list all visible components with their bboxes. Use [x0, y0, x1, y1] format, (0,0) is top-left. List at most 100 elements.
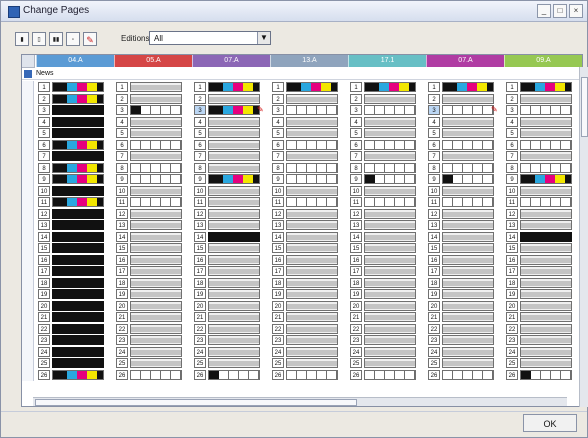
- horizontal-scrollbar[interactable]: [33, 397, 567, 406]
- row-header[interactable]: [22, 92, 34, 105]
- page-thumbnail[interactable]: [130, 358, 182, 368]
- page-thumbnail[interactable]: [286, 231, 338, 242]
- page-cell[interactable]: 25: [192, 357, 270, 369]
- page-thumbnail[interactable]: [364, 128, 416, 138]
- page-thumbnail[interactable]: [364, 231, 416, 242]
- page-cell[interactable]: 5: [36, 127, 114, 139]
- page-cell[interactable]: 13: [504, 219, 582, 231]
- page-cell[interactable]: 1: [36, 81, 114, 93]
- page-cell[interactable]: 9: [504, 173, 582, 185]
- page-thumbnail[interactable]: [52, 289, 104, 299]
- page-cell[interactable]: 23: [426, 334, 504, 346]
- page-cell[interactable]: 8: [36, 162, 114, 174]
- horizontal-scroll-thumb[interactable]: [35, 399, 357, 406]
- page-thumbnail[interactable]: [364, 93, 416, 104]
- page-cell[interactable]: 18: [426, 277, 504, 289]
- column-header[interactable]: 17.1: [348, 55, 426, 67]
- page-thumbnail[interactable]: [520, 220, 572, 230]
- page-thumbnail[interactable]: [442, 82, 494, 92]
- page-cell[interactable]: 11: [426, 196, 504, 208]
- page-thumbnail[interactable]: [364, 185, 416, 196]
- page-thumbnail[interactable]: [520, 82, 572, 92]
- page-thumbnail[interactable]: [286, 116, 338, 127]
- page-thumbnail[interactable]: [442, 162, 494, 173]
- page-cell[interactable]: 22: [504, 323, 582, 335]
- page-cell[interactable]: 12: [36, 208, 114, 220]
- row-header[interactable]: [22, 265, 34, 277]
- page-thumbnail[interactable]: [442, 93, 494, 104]
- page-thumbnail[interactable]: [286, 208, 338, 219]
- page-thumbnail[interactable]: [52, 369, 104, 380]
- page-thumbnail[interactable]: [286, 174, 338, 184]
- page-thumbnail[interactable]: [286, 266, 338, 276]
- page-cell[interactable]: 19: [426, 288, 504, 300]
- page-cell[interactable]: 21: [114, 311, 192, 323]
- page-cell[interactable]: 22: [192, 323, 270, 335]
- page-thumbnail[interactable]: [286, 128, 338, 138]
- page-thumbnail[interactable]: [208, 116, 260, 127]
- column-header[interactable]: 07.A: [192, 55, 270, 67]
- page-thumbnail[interactable]: [520, 369, 572, 380]
- page-thumbnail[interactable]: [286, 151, 338, 161]
- page-cell[interactable]: 2: [192, 93, 270, 105]
- page-thumbnail[interactable]: [286, 220, 338, 230]
- vertical-scroll-thumb[interactable]: [581, 77, 588, 137]
- page-cell[interactable]: 23: [36, 334, 114, 346]
- page-thumbnail[interactable]: [52, 185, 104, 196]
- row-header[interactable]: [22, 345, 34, 358]
- page-thumbnail[interactable]: [364, 254, 416, 265]
- page-cell[interactable]: 2: [114, 93, 192, 105]
- page-thumbnail[interactable]: [130, 369, 182, 380]
- page-cell[interactable]: 16: [504, 254, 582, 266]
- page-thumbnail[interactable]: [208, 231, 260, 242]
- page-cell[interactable]: 10: [270, 185, 348, 197]
- page-cell[interactable]: 2: [36, 93, 114, 105]
- section-row[interactable]: News: [22, 69, 582, 80]
- page-cell[interactable]: 6: [270, 139, 348, 151]
- page-cell[interactable]: 23: [504, 334, 582, 346]
- page-cell[interactable]: 7: [270, 150, 348, 162]
- page-thumbnail[interactable]: [208, 369, 260, 380]
- page-thumbnail[interactable]: [52, 208, 104, 219]
- page-cell[interactable]: 10: [114, 185, 192, 197]
- page-thumbnail[interactable]: [130, 300, 182, 311]
- page-cell[interactable]: 14: [348, 231, 426, 243]
- page-thumbnail[interactable]: [520, 300, 572, 311]
- page-thumbnail[interactable]: [364, 82, 416, 92]
- row-header[interactable]: [22, 161, 34, 174]
- page-cell[interactable]: 26: [36, 369, 114, 381]
- page-cell[interactable]: 16: [270, 254, 348, 266]
- page-thumbnail[interactable]: [364, 289, 416, 299]
- page-cell[interactable]: 23: [270, 334, 348, 346]
- page-cell[interactable]: 8: [270, 162, 348, 174]
- page-cell[interactable]: 25: [348, 357, 426, 369]
- page-cell[interactable]: 3: [504, 104, 582, 116]
- page-thumbnail[interactable]: [520, 277, 572, 288]
- page-cell[interactable]: 18: [192, 277, 270, 289]
- page-cell[interactable]: 1: [114, 81, 192, 93]
- page-thumbnail[interactable]: [130, 174, 182, 184]
- row-header[interactable]: [22, 334, 34, 346]
- page-thumbnail[interactable]: [364, 323, 416, 334]
- page-cell[interactable]: 17: [270, 265, 348, 277]
- page-thumbnail[interactable]: [286, 300, 338, 311]
- editions-select[interactable]: All ▼: [149, 31, 271, 45]
- page-cell[interactable]: 2: [504, 93, 582, 105]
- page-thumbnail[interactable]: [130, 139, 182, 150]
- page-thumbnail[interactable]: [442, 277, 494, 288]
- page-thumbnail[interactable]: [442, 369, 494, 380]
- page-thumbnail[interactable]: [130, 197, 182, 207]
- page-thumbnail[interactable]: [52, 358, 104, 368]
- page-cell[interactable]: 20: [114, 300, 192, 312]
- page-thumbnail[interactable]: [130, 82, 182, 92]
- page-cell[interactable]: 10: [426, 185, 504, 197]
- page-thumbnail[interactable]: [442, 289, 494, 299]
- page-cell[interactable]: 14: [504, 231, 582, 243]
- row-header[interactable]: [22, 276, 34, 289]
- page-cell[interactable]: 8: [114, 162, 192, 174]
- page-thumbnail[interactable]: [52, 174, 104, 184]
- page-thumbnail[interactable]: [520, 346, 572, 357]
- page-cell[interactable]: 21: [36, 311, 114, 323]
- page-cell[interactable]: 17: [192, 265, 270, 277]
- page-thumbnail[interactable]: [364, 277, 416, 288]
